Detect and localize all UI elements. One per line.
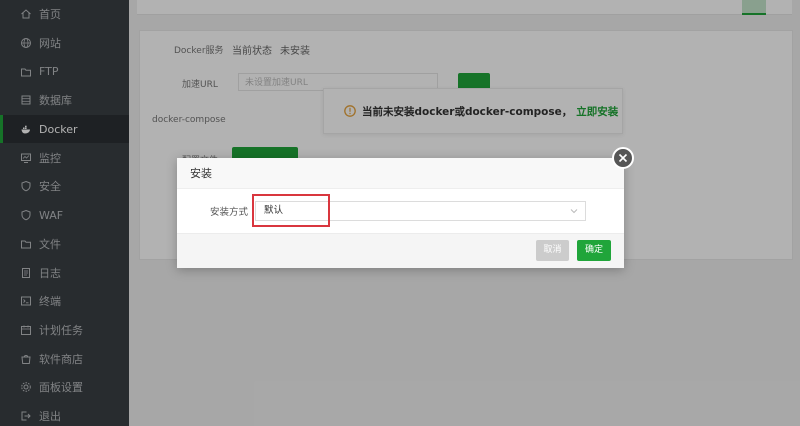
confirm-button[interactable]: 确定	[577, 240, 611, 261]
dialog-body: 安装方式 默认	[177, 189, 624, 234]
install-method-select[interactable]: 默认	[255, 201, 586, 221]
chevron-down-icon	[570, 209, 578, 214]
close-icon	[618, 153, 628, 163]
cancel-button[interactable]: 取消	[536, 240, 569, 261]
dialog-title: 安装	[177, 158, 624, 189]
install-dialog: 安装 安装方式 默认 取消 确定	[177, 158, 624, 268]
install-method-value: 默认	[264, 205, 284, 216]
install-method-label: 安装方式	[210, 207, 249, 218]
close-dialog-button[interactable]	[612, 147, 634, 169]
dialog-footer: 取消 确定	[177, 233, 624, 268]
